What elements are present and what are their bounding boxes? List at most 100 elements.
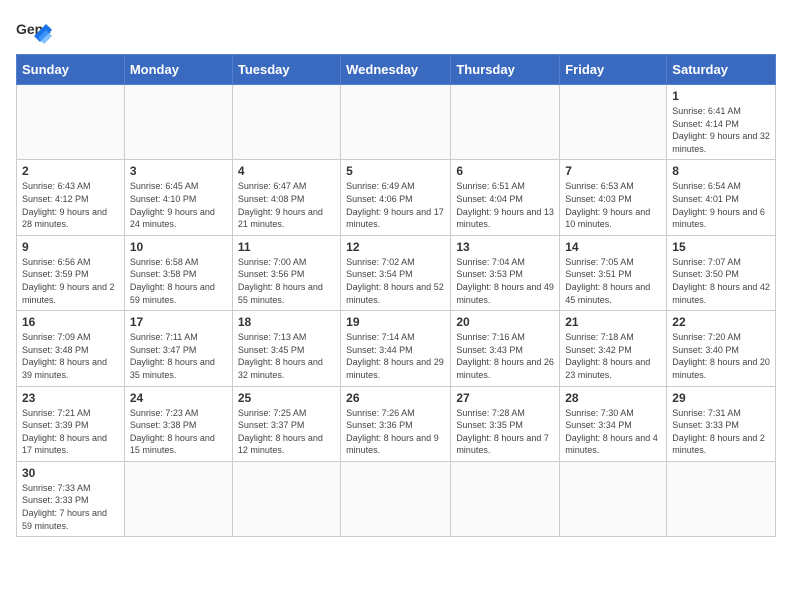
day-info: Sunrise: 6:47 AM Sunset: 4:08 PM Dayligh… [238,180,335,230]
calendar-cell: 12 Sunrise: 7:02 AM Sunset: 3:54 PM Dayli… [341,235,451,310]
calendar-week-row: 9 Sunrise: 6:56 AM Sunset: 3:59 PM Daylig… [17,235,776,310]
calendar-cell [232,85,340,160]
calendar-cell: 11Sunrise: 7:00 AM Sunset: 3:56 PM Dayli… [232,235,340,310]
day-number: 26 [346,391,445,405]
calendar-cell: 7 Sunrise: 6:53 AM Sunset: 4:03 PM Daylig… [560,160,667,235]
day-info: Sunrise: 7:18 AM Sunset: 3:42 PM Dayligh… [565,331,661,381]
calendar-cell: 29 Sunrise: 7:31 AM Sunset: 3:33 PM Dayli… [667,386,776,461]
calendar-cell: 8 Sunrise: 6:54 AM Sunset: 4:01 PM Daylig… [667,160,776,235]
calendar-cell: 22Sunrise: 7:20 AM Sunset: 3:40 PM Dayli… [667,311,776,386]
calendar-week-row: 23Sunrise: 7:21 AM Sunset: 3:39 PM Dayli… [17,386,776,461]
day-number: 4 [238,164,335,178]
day-info: Sunrise: 7:31 AM Sunset: 3:33 PM Dayligh… [672,407,770,457]
day-number: 27 [456,391,554,405]
day-number: 17 [130,315,227,329]
day-info: Sunrise: 7:16 AM Sunset: 3:43 PM Dayligh… [456,331,554,381]
calendar-cell: 1 Sunrise: 6:41 AM Sunset: 4:14 PM Daylig… [667,85,776,160]
weekday-header-saturday: Saturday [667,55,776,85]
calendar-cell: 18 Sunrise: 7:13 AM Sunset: 3:45 PM Dayli… [232,311,340,386]
day-info: Sunrise: 7:23 AM Sunset: 3:38 PM Dayligh… [130,407,227,457]
weekday-header-tuesday: Tuesday [232,55,340,85]
day-number: 10 [130,240,227,254]
calendar-week-row: 1 Sunrise: 6:41 AM Sunset: 4:14 PM Daylig… [17,85,776,160]
day-number: 20 [456,315,554,329]
day-info: Sunrise: 7:14 AM Sunset: 3:44 PM Dayligh… [346,331,445,381]
day-info: Sunrise: 6:54 AM Sunset: 4:01 PM Dayligh… [672,180,770,230]
day-number: 30 [22,466,119,480]
weekday-header-sunday: Sunday [17,55,125,85]
day-number: 19 [346,315,445,329]
day-info: Sunrise: 7:11 AM Sunset: 3:47 PM Dayligh… [130,331,227,381]
day-info: Sunrise: 7:21 AM Sunset: 3:39 PM Dayligh… [22,407,119,457]
calendar-cell: 24 Sunrise: 7:23 AM Sunset: 3:38 PM Dayli… [124,386,232,461]
calendar-cell: 19 Sunrise: 7:14 AM Sunset: 3:44 PM Dayli… [341,311,451,386]
day-number: 14 [565,240,661,254]
day-info: Sunrise: 7:30 AM Sunset: 3:34 PM Dayligh… [565,407,661,457]
calendar-cell: 23Sunrise: 7:21 AM Sunset: 3:39 PM Dayli… [17,386,125,461]
calendar-cell: 15 Sunrise: 7:07 AM Sunset: 3:50 PM Dayli… [667,235,776,310]
calendar-body: 1 Sunrise: 6:41 AM Sunset: 4:14 PM Daylig… [17,85,776,537]
day-info: Sunrise: 6:43 AM Sunset: 4:12 PM Dayligh… [22,180,119,230]
calendar-cell: 4 Sunrise: 6:47 AM Sunset: 4:08 PM Daylig… [232,160,340,235]
day-info: Sunrise: 6:56 AM Sunset: 3:59 PM Dayligh… [22,256,119,306]
calendar-cell: 3Sunrise: 6:45 AM Sunset: 4:10 PM Daylig… [124,160,232,235]
day-info: Sunrise: 7:02 AM Sunset: 3:54 PM Dayligh… [346,256,445,306]
calendar-cell: 27 Sunrise: 7:28 AM Sunset: 3:35 PM Dayli… [451,386,560,461]
day-info: Sunrise: 6:51 AM Sunset: 4:04 PM Dayligh… [456,180,554,230]
day-number: 29 [672,391,770,405]
calendar-week-row: 30 Sunrise: 7:33 AM Sunset: 3:33 PM Dayli… [17,461,776,536]
day-number: 6 [456,164,554,178]
calendar-cell: 6 Sunrise: 6:51 AM Sunset: 4:04 PM Daylig… [451,160,560,235]
weekday-header-wednesday: Wednesday [341,55,451,85]
day-info: Sunrise: 7:07 AM Sunset: 3:50 PM Dayligh… [672,256,770,306]
day-info: Sunrise: 7:04 AM Sunset: 3:53 PM Dayligh… [456,256,554,306]
day-info: Sunrise: 6:41 AM Sunset: 4:14 PM Dayligh… [672,105,770,155]
day-number: 3 [130,164,227,178]
day-number: 12 [346,240,445,254]
day-info: Sunrise: 7:13 AM Sunset: 3:45 PM Dayligh… [238,331,335,381]
day-number: 15 [672,240,770,254]
day-number: 9 [22,240,119,254]
day-info: Sunrise: 7:33 AM Sunset: 3:33 PM Dayligh… [22,482,119,532]
day-number: 2 [22,164,119,178]
day-info: Sunrise: 6:53 AM Sunset: 4:03 PM Dayligh… [565,180,661,230]
calendar-cell [451,461,560,536]
calendar-cell: 30 Sunrise: 7:33 AM Sunset: 3:33 PM Dayli… [17,461,125,536]
day-number: 18 [238,315,335,329]
calendar-cell [17,85,125,160]
calendar-cell [232,461,340,536]
day-number: 24 [130,391,227,405]
weekday-header-thursday: Thursday [451,55,560,85]
calendar-cell: 26Sunrise: 7:26 AM Sunset: 3:36 PM Dayli… [341,386,451,461]
calendar-cell [560,461,667,536]
calendar-cell: 5Sunrise: 6:49 AM Sunset: 4:06 PM Daylig… [341,160,451,235]
day-number: 22 [672,315,770,329]
day-number: 7 [565,164,661,178]
day-number: 25 [238,391,335,405]
weekday-header-row: SundayMondayTuesdayWednesdayThursdayFrid… [17,55,776,85]
calendar-cell [341,461,451,536]
calendar-cell: 10 Sunrise: 6:58 AM Sunset: 3:58 PM Dayli… [124,235,232,310]
weekday-header-monday: Monday [124,55,232,85]
calendar-cell: 25Sunrise: 7:25 AM Sunset: 3:37 PM Dayli… [232,386,340,461]
day-number: 28 [565,391,661,405]
day-info: Sunrise: 7:05 AM Sunset: 3:51 PM Dayligh… [565,256,661,306]
calendar-cell: 28 Sunrise: 7:30 AM Sunset: 3:34 PM Dayli… [560,386,667,461]
calendar-week-row: 16Sunrise: 7:09 AM Sunset: 3:48 PM Dayli… [17,311,776,386]
header: General [16,16,776,44]
calendar-week-row: 2 Sunrise: 6:43 AM Sunset: 4:12 PM Daylig… [17,160,776,235]
day-info: Sunrise: 6:58 AM Sunset: 3:58 PM Dayligh… [130,256,227,306]
day-number: 13 [456,240,554,254]
calendar-header: SundayMondayTuesdayWednesdayThursdayFrid… [17,55,776,85]
calendar-cell [667,461,776,536]
day-number: 8 [672,164,770,178]
calendar-cell [124,461,232,536]
logo: General [16,16,56,44]
day-number: 1 [672,89,770,103]
weekday-header-friday: Friday [560,55,667,85]
day-info: Sunrise: 7:00 AM Sunset: 3:56 PM Dayligh… [238,256,335,306]
calendar-cell [124,85,232,160]
logo-icon: General [16,16,52,44]
day-info: Sunrise: 7:28 AM Sunset: 3:35 PM Dayligh… [456,407,554,457]
calendar-table: SundayMondayTuesdayWednesdayThursdayFrid… [16,54,776,537]
